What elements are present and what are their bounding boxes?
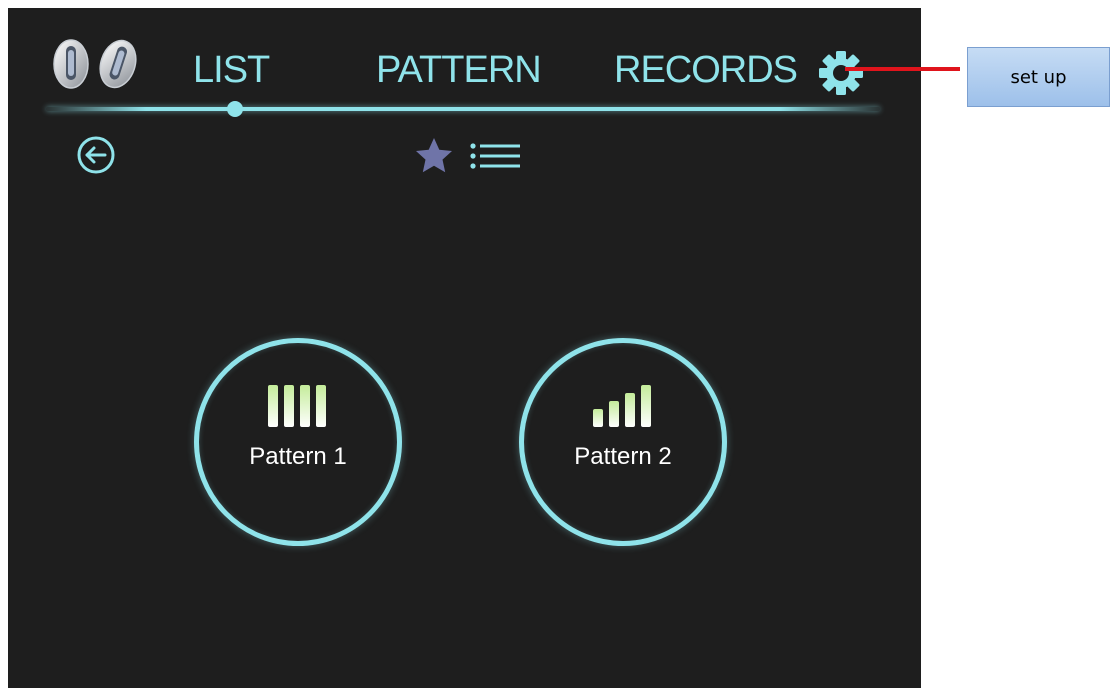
favorites-list-button[interactable] [413, 136, 525, 176]
tab-pattern[interactable]: PATTERN [376, 48, 542, 92]
active-tab-indicator [227, 101, 243, 117]
star-icon [416, 138, 452, 173]
pattern-label: Pattern 1 [249, 443, 347, 470]
tab-underline [46, 107, 880, 111]
earbud-left [53, 39, 89, 89]
earbud-right [99, 39, 137, 89]
gear-icon[interactable] [818, 50, 864, 96]
signal-bars-icon [593, 385, 651, 427]
pattern-2-button[interactable]: Pattern 2 [519, 338, 727, 546]
callout-connector-line [845, 67, 960, 71]
pattern-1-button[interactable]: Pattern 1 [194, 338, 402, 546]
setup-callout: set up [967, 47, 1110, 107]
tab-records[interactable]: RECORDS [614, 48, 798, 92]
equal-bars-icon [268, 385, 326, 427]
list-icon [470, 143, 520, 169]
back-arrow-circle-icon[interactable] [74, 133, 118, 177]
tab-list[interactable]: LIST [193, 48, 270, 92]
earbuds-icon [53, 39, 137, 89]
app-screen: LIST PATTERN RECORDS Pattern 1 Pattern 2 [8, 8, 921, 688]
pattern-label: Pattern 2 [574, 443, 672, 470]
